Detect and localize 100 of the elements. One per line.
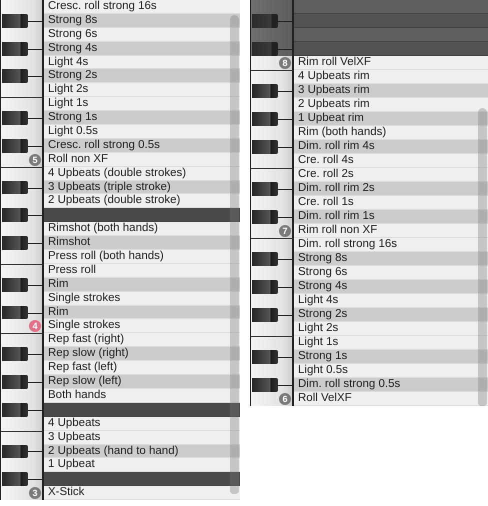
piano-key[interactable] [250,98,294,112]
mapping-label[interactable]: Strong 4s [294,280,488,294]
mapping-label[interactable]: Strong 2s [294,308,488,322]
mapping-label[interactable]: Dim. roll rim 1s [294,210,488,224]
mapping-label[interactable]: Light 4s [44,56,240,70]
mapping-label[interactable]: Dim. roll rim 2s [294,182,488,196]
sharp-key[interactable] [2,180,28,194]
piano-key[interactable] [0,444,44,458]
piano-key[interactable] [0,416,44,431]
piano-key[interactable] [0,333,44,348]
sharp-key[interactable] [2,402,28,417]
piano-key[interactable] [0,111,44,126]
mapping-label[interactable]: Strong 1s [44,111,240,126]
piano-key[interactable] [0,222,44,236]
piano-key[interactable] [0,361,44,376]
mapping-label[interactable]: Rimshot [44,236,240,250]
piano-key[interactable] [250,266,294,280]
mapping-label[interactable]: Strong 6s [44,28,240,42]
mapping-label[interactable]: Roll VelXF [294,392,488,406]
piano-key[interactable]: 7 [250,224,294,238]
mapping-label[interactable]: Cresc. roll strong 16s [44,0,240,14]
piano-key[interactable] [250,378,294,392]
piano-key[interactable] [0,306,44,320]
mapping-label[interactable]: 3 Upbeats [44,430,240,444]
mapping-label[interactable]: Light 1s [294,336,488,350]
unmapped-row[interactable] [44,402,240,417]
unmapped-row[interactable] [44,208,240,222]
mapping-label[interactable]: Light 4s [294,294,488,308]
piano-key[interactable] [0,166,44,181]
piano-key[interactable] [250,252,294,266]
piano-key[interactable] [0,14,44,28]
mapping-label[interactable]: Strong 8s [44,14,240,28]
mapping-label[interactable]: Dim. roll rim 4s [294,140,488,154]
piano-key[interactable] [250,182,294,196]
mapping-label[interactable]: Press roll [44,264,240,278]
piano-key[interactable] [250,322,294,336]
sharp-key[interactable] [2,236,28,250]
piano-key[interactable]: 8 [250,56,294,70]
piano-key[interactable] [0,430,44,444]
piano-key[interactable] [250,350,294,364]
piano-key[interactable]: 3 [0,486,44,500]
mapping-label[interactable]: Rim roll VelXF [294,56,488,70]
mapping-label[interactable]: Light 0.5s [294,364,488,378]
sharp-key[interactable] [2,42,28,56]
piano-key[interactable] [0,42,44,56]
mapping-label[interactable]: Roll non XF [44,152,240,167]
piano-key[interactable] [250,196,294,210]
mapping-label[interactable]: Light 0.5s [44,125,240,139]
mapping-label[interactable]: X-Stick [44,486,240,500]
piano-key[interactable] [250,308,294,322]
piano-key[interactable] [0,375,44,389]
piano-key[interactable]: 6 [250,392,294,406]
mapping-label[interactable]: Cresc. roll strong 0.5s [44,138,240,153]
mapping-label[interactable]: Rep slow (right) [44,347,240,362]
piano-key[interactable] [250,168,294,182]
mapping-label[interactable]: Rim roll non XF [294,224,488,238]
piano-key[interactable] [0,236,44,250]
mapping-label[interactable]: 4 Upbeats rim [294,70,488,84]
piano-key[interactable] [250,154,294,168]
mapping-label[interactable]: Press roll (both hands) [44,250,240,264]
piano-key[interactable] [0,69,44,84]
mapping-label[interactable]: 3 Upbeats (triple stroke) [44,180,240,194]
mapping-label[interactable]: 4 Upbeats [44,416,240,431]
piano-key[interactable] [0,264,44,278]
piano-key[interactable] [0,28,44,42]
piano-key[interactable] [0,472,44,486]
piano-key[interactable] [250,294,294,308]
scrollbar[interactable] [230,15,239,494]
piano-key[interactable] [0,56,44,70]
mapping-label[interactable]: Strong 2s [44,69,240,84]
mapping-label[interactable]: 2 Upbeats rim [294,98,488,112]
sharp-key[interactable] [2,444,28,458]
mapping-label[interactable]: Single strokes [44,319,240,334]
piano-key[interactable] [0,138,44,153]
mapping-label[interactable]: 4 Upbeats (double strokes) [44,166,240,181]
mapping-label[interactable]: Dim. roll strong 0.5s [294,378,488,392]
piano-key[interactable] [0,0,44,14]
piano-key[interactable] [250,364,294,378]
piano-key[interactable] [0,292,44,306]
sharp-key[interactable] [2,347,28,362]
mapping-label[interactable]: Both hands [44,388,240,403]
mapping-label[interactable]: Cre. roll 4s [294,154,488,168]
mapping-label[interactable]: Rep fast (right) [44,333,240,348]
mapping-label[interactable]: Single strokes [44,292,240,306]
mapping-label[interactable]: Rim [44,278,240,292]
piano-key[interactable] [0,458,44,472]
sharp-key[interactable] [2,69,28,84]
piano-key[interactable] [250,280,294,294]
piano-key[interactable] [250,336,294,350]
piano-key[interactable] [0,208,44,222]
mapping-label[interactable]: Dim. roll strong 16s [294,238,488,252]
piano-key[interactable] [250,112,294,126]
piano-key[interactable] [250,238,294,252]
mapping-label[interactable]: 2 Upbeats (double stroke) [44,194,240,208]
piano-key[interactable] [0,278,44,292]
sharp-key[interactable] [2,472,28,486]
mapping-label[interactable]: Cre. roll 1s [294,196,488,210]
piano-key[interactable] [0,194,44,208]
sharp-key[interactable] [2,14,28,28]
mapping-label[interactable]: Rim (both hands) [294,126,488,140]
